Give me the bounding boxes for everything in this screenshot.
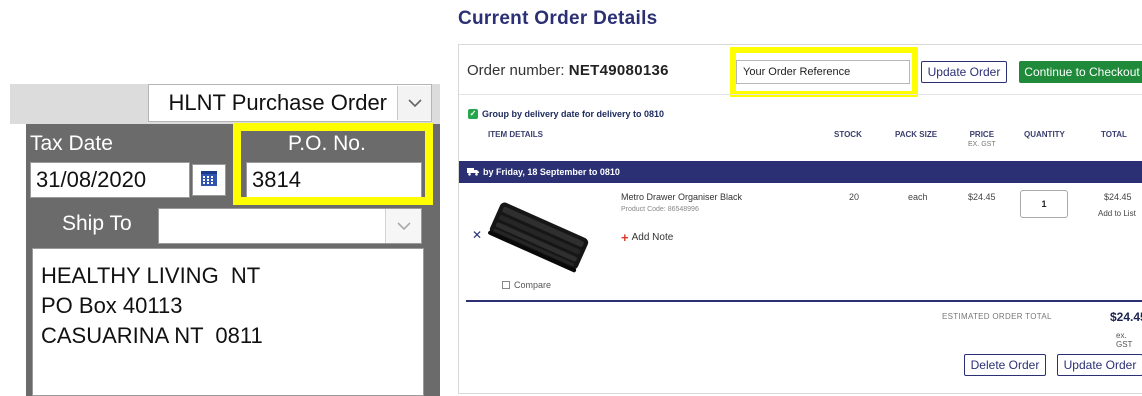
group-by-label: Group by delivery date for delivery to 0… <box>482 109 665 119</box>
calendar-button[interactable] <box>192 164 226 196</box>
estimated-total-value: $24.45 <box>1110 310 1142 324</box>
form-type-value: HLNT Purchase Order <box>168 90 387 115</box>
col-quantity: QUANTITY <box>1024 130 1065 139</box>
purchase-order-form: HLNT Purchase Order Tax Date 31/08/2020 … <box>0 0 440 396</box>
delivery-band-label: by Friday, 18 September to 0810 <box>483 167 620 177</box>
truck-icon <box>467 167 479 178</box>
page-title: Current Order Details <box>458 8 658 29</box>
add-note-label: Add Note <box>631 232 674 243</box>
ship-to-address[interactable]: HEALTHY LIVING NT PO Box 40113 CASUARINA… <box>32 248 424 396</box>
chevron-down-icon[interactable] <box>385 209 421 243</box>
address-line: PO Box 40113 <box>41 293 183 318</box>
col-price-label: PRICE <box>969 130 995 139</box>
item-total: $24.45 <box>1104 192 1132 202</box>
update-order-bottom-button[interactable]: Update Order <box>1057 354 1142 376</box>
divider <box>459 94 1142 95</box>
add-note-link[interactable]: + Add Note <box>621 230 673 245</box>
add-to-list-link[interactable]: Add to List <box>1098 209 1136 218</box>
estimated-total-label: ESTIMATED ORDER TOTAL <box>942 312 1052 321</box>
col-item-details: ITEM DETAILS <box>488 130 543 139</box>
address-line: HEALTHY LIVING NT <box>41 263 261 288</box>
address-line: CASUARINA NT 0811 <box>41 323 263 348</box>
col-total: TOTAL <box>1101 130 1127 139</box>
compare-checkbox[interactable]: Compare <box>502 280 551 290</box>
update-order-button[interactable]: Update Order <box>921 61 1007 83</box>
totals-separator <box>466 300 1142 302</box>
form-type-select[interactable]: HLNT Purchase Order <box>148 84 432 122</box>
reference-highlight-box <box>730 47 918 97</box>
group-by-delivery-checkbox[interactable]: ✓ Group by delivery date for delivery to… <box>468 109 664 119</box>
quantity-input[interactable]: 1 <box>1020 190 1068 218</box>
ship-to-label: Ship To <box>62 212 132 235</box>
checkbox-checked-icon: ✓ <box>468 109 478 119</box>
plus-icon: + <box>621 230 629 245</box>
order-details-section: Current Order Details Order number: NET4… <box>440 0 1142 396</box>
order-number-value: NET49080136 <box>568 62 669 79</box>
tax-date-value: 31/08/2020 <box>36 167 147 192</box>
product-image[interactable] <box>483 195 595 277</box>
chevron-down-icon[interactable] <box>397 86 431 120</box>
delivery-group-band: by Friday, 18 September to 0810 <box>459 161 1142 183</box>
item-pack-size: each <box>908 192 928 202</box>
item-price: $24.45 <box>968 192 996 202</box>
item-stock: 20 <box>849 192 860 202</box>
po-highlight-box <box>233 123 433 205</box>
ship-to-select[interactable] <box>158 208 422 244</box>
product-code: Product Code: 86548996 <box>621 206 699 213</box>
product-name[interactable]: Metro Drawer Organiser Black <box>621 192 742 202</box>
order-number: Order number: NET49080136 <box>467 62 669 79</box>
tax-date-label: Tax Date <box>30 132 113 155</box>
checkbox-icon <box>502 281 510 289</box>
estimated-total-sub: ex. GST <box>1116 331 1133 349</box>
order-number-label: Order number: <box>467 62 565 79</box>
remove-item-icon[interactable]: ✕ <box>472 228 482 242</box>
col-pack-size: PACK SIZE <box>895 130 938 139</box>
quantity-value: 1 <box>1041 199 1047 209</box>
delete-order-button[interactable]: Delete Order <box>964 354 1046 376</box>
col-stock: STOCK <box>834 130 862 139</box>
compare-label: Compare <box>514 280 552 290</box>
col-price: PRICE EX. GST <box>968 130 996 148</box>
continue-to-checkout-button[interactable]: Continue to Checkout <box>1019 61 1142 83</box>
tax-date-field[interactable]: 31/08/2020 <box>30 162 190 198</box>
calendar-icon <box>200 169 218 192</box>
col-price-sub: EX. GST <box>968 141 996 148</box>
